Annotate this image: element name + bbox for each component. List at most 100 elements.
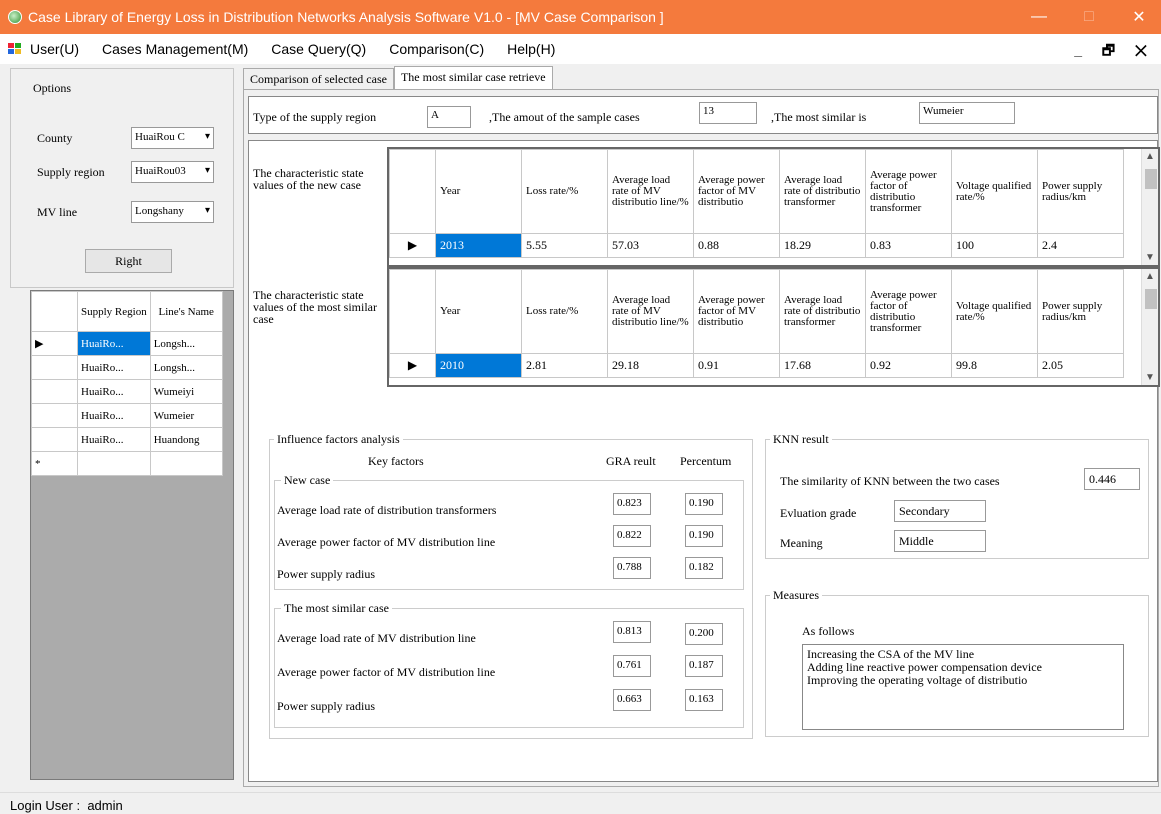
mdi-window-controls[interactable]: _ 🗗 ✕ bbox=[1074, 40, 1155, 64]
supply-region-combo[interactable]: HuaiRou03 ▾ bbox=[131, 161, 214, 183]
percentum-value[interactable]: 0.182 bbox=[685, 557, 723, 579]
region-type-field[interactable]: A bbox=[427, 106, 471, 128]
header-avg-pf-transformer[interactable]: Average power factor of distributio tran… bbox=[865, 269, 952, 354]
gra-value[interactable]: 0.813 bbox=[613, 621, 651, 643]
header-loss-rate[interactable]: Loss rate/% bbox=[521, 269, 608, 354]
evaluation-grade-field[interactable]: Secondary bbox=[894, 500, 986, 522]
cell-avg-load-mv-line[interactable]: 29.18 bbox=[607, 353, 694, 378]
county-combo[interactable]: HuaiRou C ▾ bbox=[131, 127, 214, 149]
gra-value[interactable]: 0.788 bbox=[613, 557, 651, 579]
gra-value[interactable]: 0.823 bbox=[613, 493, 651, 515]
header-avg-load-mv-line[interactable]: Average load rate of MV distributio line… bbox=[607, 269, 694, 354]
cell-line-name[interactable]: Wumeier bbox=[149, 403, 223, 428]
new-row[interactable]: * bbox=[31, 451, 223, 476]
cell-avg-load-mv-line[interactable]: 57.03 bbox=[607, 233, 694, 258]
header-line-name[interactable]: Line's Name bbox=[149, 291, 223, 332]
header-avg-load-transformer[interactable]: Average load rate of distributio transfo… bbox=[779, 269, 866, 354]
maximize-button[interactable]: □ bbox=[1066, 0, 1112, 34]
header-voltage-qualified[interactable]: Voltage qualified rate/% bbox=[951, 149, 1038, 234]
vertical-scrollbar[interactable]: ▲ ▼ bbox=[1141, 269, 1158, 385]
cell-supply-region[interactable]: HuaiRo... bbox=[77, 403, 151, 428]
table-row[interactable]: ▶ HuaiRo... Longsh... bbox=[31, 331, 223, 356]
cell-loss-rate[interactable]: 2.81 bbox=[521, 353, 608, 378]
cell-supply-radius[interactable]: 2.05 bbox=[1037, 353, 1124, 378]
scroll-down-icon[interactable]: ▼ bbox=[1145, 372, 1155, 383]
cell-avg-load-transformer[interactable]: 18.29 bbox=[779, 233, 866, 258]
menu-comparison[interactable]: Comparison(C) bbox=[389, 41, 484, 57]
header-avg-load-mv-line[interactable]: Average load rate of MV distributio line… bbox=[607, 149, 694, 234]
scroll-thumb[interactable] bbox=[1145, 169, 1157, 189]
cell-line-name[interactable]: Longsh... bbox=[149, 355, 223, 380]
header-voltage-qualified[interactable]: Voltage qualified rate/% bbox=[951, 269, 1038, 354]
sample-count-field[interactable]: 13 bbox=[699, 102, 757, 124]
cell-avg-load-transformer[interactable]: 17.68 bbox=[779, 353, 866, 378]
cell-avg-pf-transformer[interactable]: 0.92 bbox=[865, 353, 952, 378]
cell-year[interactable]: 2010 bbox=[435, 353, 522, 378]
close-button[interactable]: ✕ bbox=[1116, 0, 1161, 34]
menu-help[interactable]: Help(H) bbox=[507, 41, 555, 57]
header-year[interactable]: Year bbox=[435, 269, 522, 354]
gra-value[interactable]: 0.663 bbox=[613, 689, 651, 711]
cell-voltage-qualified[interactable]: 100 bbox=[951, 233, 1038, 258]
table-row[interactable]: HuaiRo... Wumeier bbox=[31, 403, 223, 428]
percentum-value[interactable]: 0.190 bbox=[685, 525, 723, 547]
cell-supply-region[interactable]: HuaiRo... bbox=[77, 427, 151, 452]
minimize-button[interactable]: — bbox=[1016, 0, 1062, 34]
cell-supply-radius[interactable]: 2.4 bbox=[1037, 233, 1124, 258]
header-supply-radius[interactable]: Power supply radius/km bbox=[1037, 149, 1124, 234]
header-avg-load-transformer[interactable]: Average load rate of distributio transfo… bbox=[779, 149, 866, 234]
header-loss-rate[interactable]: Loss rate/% bbox=[521, 149, 608, 234]
table-row[interactable]: ▶ 2013 5.55 57.03 0.88 18.29 0.83 100 2.… bbox=[389, 233, 1124, 258]
mdi-child-icon[interactable] bbox=[8, 43, 22, 55]
header-avg-pf-mv-line[interactable]: Average power factor of MV distributio bbox=[693, 269, 780, 354]
mv-line-combo[interactable]: Longshany ▾ bbox=[131, 201, 214, 223]
vertical-scrollbar[interactable]: ▲ ▼ bbox=[1141, 149, 1158, 265]
table-row[interactable]: HuaiRo... Huandong bbox=[31, 427, 223, 452]
gra-value[interactable]: 0.822 bbox=[613, 525, 651, 547]
cell-voltage-qualified[interactable]: 99.8 bbox=[951, 353, 1038, 378]
gra-value[interactable]: 0.761 bbox=[613, 655, 651, 677]
cell-avg-pf-mv-line[interactable]: 0.88 bbox=[693, 233, 780, 258]
scroll-up-icon[interactable]: ▲ bbox=[1145, 271, 1155, 282]
scroll-down-icon[interactable]: ▼ bbox=[1145, 252, 1155, 263]
cell-supply-region[interactable]: HuaiRo... bbox=[77, 379, 151, 404]
menu-user[interactable]: User(U) bbox=[30, 41, 79, 57]
table-row[interactable]: ▶ 2010 2.81 29.18 0.91 17.68 0.92 99.8 2… bbox=[389, 353, 1124, 378]
cell-line-name[interactable]: Huandong bbox=[149, 427, 223, 452]
scroll-thumb[interactable] bbox=[1145, 289, 1157, 309]
measures-textarea[interactable]: Increasing the CSA of the MV line Adding… bbox=[802, 644, 1124, 730]
table-row[interactable]: HuaiRo... Wumeiyi bbox=[31, 379, 223, 404]
knn-similarity-field[interactable]: 0.446 bbox=[1084, 468, 1140, 490]
cell-line-name[interactable]: Longsh... bbox=[149, 331, 223, 356]
menu-bar: User(U) Cases Management(M) Case Query(Q… bbox=[0, 34, 1161, 64]
header-avg-pf-transformer[interactable]: Average power factor of distributio tran… bbox=[865, 149, 952, 234]
percentum-value[interactable]: 0.200 bbox=[685, 623, 723, 645]
cell-supply-region[interactable]: HuaiRo... bbox=[77, 355, 151, 380]
cell-empty[interactable] bbox=[149, 451, 223, 476]
supply-region-value: HuaiRou03 bbox=[135, 165, 186, 177]
percentum-value[interactable]: 0.190 bbox=[685, 493, 723, 515]
table-row[interactable]: HuaiRo... Longsh... bbox=[31, 355, 223, 380]
cell-supply-region[interactable]: HuaiRo... bbox=[77, 331, 151, 356]
menu-case-query[interactable]: Case Query(Q) bbox=[271, 41, 366, 57]
header-avg-pf-mv-line[interactable]: Average power factor of MV distributio bbox=[693, 149, 780, 234]
tab-comparison-selected[interactable]: Comparison of selected case bbox=[243, 68, 394, 89]
cell-loss-rate[interactable]: 5.55 bbox=[521, 233, 608, 258]
cell-year[interactable]: 2013 bbox=[435, 233, 522, 258]
header-supply-region[interactable]: Supply Region bbox=[77, 291, 151, 332]
percentum-value[interactable]: 0.163 bbox=[685, 689, 723, 711]
scroll-up-icon[interactable]: ▲ bbox=[1145, 151, 1155, 162]
cell-avg-pf-mv-line[interactable]: 0.91 bbox=[693, 353, 780, 378]
header-supply-radius[interactable]: Power supply radius/km bbox=[1037, 269, 1124, 354]
tab-most-similar[interactable]: The most similar case retrieve bbox=[393, 66, 553, 89]
most-similar-field[interactable]: Wumeier bbox=[919, 102, 1015, 124]
cell-empty[interactable] bbox=[77, 451, 151, 476]
header-year[interactable]: Year bbox=[435, 149, 522, 234]
percentum-value[interactable]: 0.187 bbox=[685, 655, 723, 677]
menu-cases-management[interactable]: Cases Management(M) bbox=[102, 41, 248, 57]
cell-avg-pf-transformer[interactable]: 0.83 bbox=[865, 233, 952, 258]
cell-line-name[interactable]: Wumeiyi bbox=[149, 379, 223, 404]
right-button[interactable]: Right bbox=[85, 249, 172, 273]
meaning-field[interactable]: Middle bbox=[894, 530, 986, 552]
knn-result-group: KNN result The similarity of KNN between… bbox=[765, 432, 1149, 559]
